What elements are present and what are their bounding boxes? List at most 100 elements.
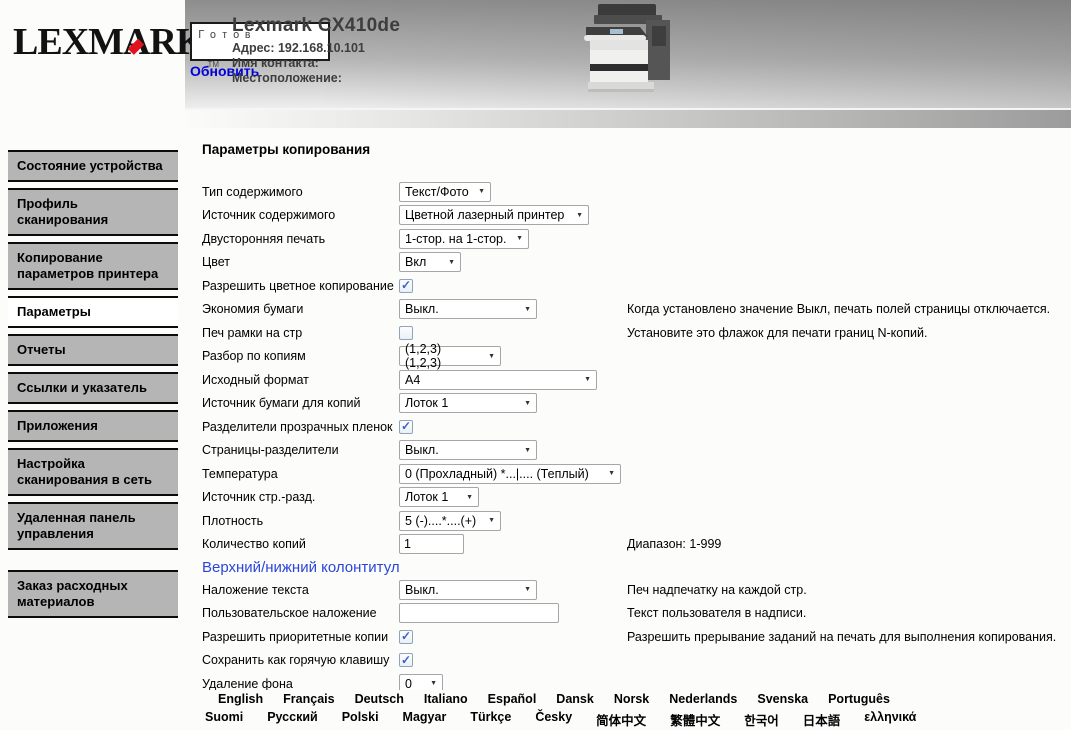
- language-link[interactable]: 繁體中文: [670, 710, 720, 729]
- color-temperature-select[interactable]: 0 (Прохладный) *...|.... (Теплый) ▼: [399, 463, 621, 484]
- transparency-separators-checkbox[interactable]: ✓: [399, 419, 413, 434]
- header-divider-band: [185, 108, 1071, 128]
- field-label: Пользовательское наложение: [202, 606, 377, 621]
- chevron-down-icon: ▼: [448, 258, 455, 266]
- form-row: Страницы-разделители Выкл. ▼: [202, 439, 1068, 463]
- chevron-down-icon: ▼: [608, 470, 615, 478]
- separator-source-select[interactable]: Лоток 1 ▼: [399, 487, 479, 508]
- paper-saver-select[interactable]: Выкл. ▼: [399, 299, 537, 320]
- form-row: Количество копий Диапазон: 1-999: [202, 533, 1068, 557]
- number-of-copies-input[interactable]: [399, 534, 464, 555]
- language-link[interactable]: Magyar: [403, 710, 447, 729]
- lexmark-logo: LEXMARKTM: [13, 20, 219, 69]
- form-row: Разрешить приоритетные копии ✓ Разрешить…: [202, 629, 1057, 644]
- sidebar-item-applications[interactable]: Приложения: [8, 410, 178, 442]
- language-link[interactable]: Deutsch: [355, 692, 404, 706]
- field-label: Разрешить приоритетные копии: [202, 629, 389, 644]
- chevron-down-icon: ▼: [488, 352, 495, 360]
- language-link[interactable]: Česky: [535, 710, 572, 729]
- sidebar-item-remote-operator-panel[interactable]: Удаленная панель управления: [8, 502, 178, 550]
- color-select[interactable]: Вкл ▼: [399, 252, 461, 273]
- form-row: Температура 0 (Прохладный) *...|.... (Те…: [202, 462, 1068, 486]
- printer-model: Lexmark CX410de: [232, 15, 401, 36]
- sidebar-item-links-index[interactable]: Ссылки и указатель: [8, 372, 178, 404]
- field-label: Страницы-разделители: [202, 443, 339, 458]
- form-row: Пользовательское наложение Текст пользов…: [202, 602, 1068, 626]
- logo-diamond-icon: A: [123, 21, 150, 63]
- field-label: Сохранить как горячую клавишу: [202, 653, 390, 668]
- field-label: Цвет: [202, 255, 231, 270]
- language-link[interactable]: Español: [488, 692, 537, 706]
- print-page-borders-checkbox[interactable]: [399, 325, 413, 340]
- darkness-select[interactable]: 5 (-)....*....(+) ▼: [399, 510, 501, 531]
- field-label: Экономия бумаги: [202, 302, 304, 317]
- printer-info-block: Lexmark CX410de Адрес: 192.168.10.101 Им…: [232, 15, 400, 86]
- field-label: Температура: [202, 466, 278, 481]
- sidebar-item-settings[interactable]: Параметры: [8, 296, 178, 328]
- form-row: Разрешить цветное копирование ✓: [202, 274, 1068, 298]
- language-link[interactable]: 简体中文: [596, 710, 646, 729]
- language-row-1: English Français Deutsch Italiano Españo…: [0, 692, 1071, 706]
- language-link[interactable]: Nederlands: [669, 692, 737, 706]
- field-label: Печ рамки на стр: [202, 325, 303, 340]
- sidebar-nav: Состояние устройства Профиль сканировани…: [8, 150, 178, 624]
- language-link[interactable]: Italiano: [424, 692, 468, 706]
- language-link[interactable]: Norsk: [614, 692, 649, 706]
- chevron-down-icon: ▼: [524, 446, 531, 454]
- field-label: Удаление фона: [202, 676, 293, 691]
- header-footer-section-link[interactable]: Верхний/нижний колонтитул: [202, 556, 1068, 578]
- sidebar-item-scan-to-network-setup[interactable]: Настройка сканирования в сеть: [8, 448, 178, 496]
- form-row: Цвет Вкл ▼: [202, 251, 1068, 275]
- overlay-select[interactable]: Выкл. ▼: [399, 579, 537, 600]
- language-link[interactable]: Türkçe: [470, 710, 511, 729]
- original-size-select[interactable]: A4 ▼: [399, 369, 597, 390]
- chevron-down-icon: ▼: [478, 188, 485, 196]
- language-link[interactable]: Suomi: [205, 710, 243, 729]
- chevron-down-icon: ▼: [584, 376, 591, 384]
- sidebar-item-device-status[interactable]: Состояние устройства: [8, 150, 178, 182]
- sidebar-item-scan-profile[interactable]: Профиль сканирования: [8, 188, 178, 236]
- allow-priority-copies-checkbox[interactable]: ✓: [399, 629, 413, 644]
- copy-settings-form: Параметры копирования Тип содержимого Те…: [202, 141, 1068, 696]
- language-link[interactable]: Polski: [342, 710, 379, 729]
- content-type-select[interactable]: Текст/Фото ▼: [399, 181, 491, 202]
- separator-sheets-select[interactable]: Выкл. ▼: [399, 440, 537, 461]
- field-label: Источник содержимого: [202, 208, 336, 223]
- copy-paper-source-select[interactable]: Лоток 1 ▼: [399, 393, 537, 414]
- field-label: Наложение текста: [202, 582, 309, 597]
- custom-overlay-input[interactable]: [399, 603, 559, 624]
- chevron-down-icon: ▼: [524, 586, 531, 594]
- field-label: Двусторонняя печать: [202, 231, 326, 246]
- collation-select[interactable]: (1,2,3) (1,2,3) ▼: [399, 342, 501, 370]
- content-source-select[interactable]: Цветной лазерный принтер ▼: [399, 205, 589, 226]
- sidebar-item-copy-printer-settings[interactable]: Копирование параметров принтера: [8, 242, 178, 290]
- form-row: Источник содержимого Цветной лазерный пр…: [202, 204, 1068, 228]
- language-link[interactable]: ελληνικά: [864, 710, 916, 729]
- language-link[interactable]: Svenska: [757, 692, 808, 706]
- language-footer: English Français Deutsch Italiano Españo…: [0, 690, 1071, 730]
- language-link[interactable]: Português: [828, 692, 890, 706]
- form-row: Печ рамки на стр Установите это флажок д…: [202, 325, 928, 340]
- field-label: Плотность: [202, 513, 264, 528]
- chevron-down-icon: ▼: [524, 305, 531, 313]
- sidebar-item-reports[interactable]: Отчеты: [8, 334, 178, 366]
- duplex-sides-select[interactable]: 1-стор. на 1-стор. ▼: [399, 228, 529, 249]
- form-row: Источник стр.-разд. Лоток 1 ▼: [202, 486, 1068, 510]
- language-link[interactable]: Dansk: [556, 692, 594, 706]
- language-link[interactable]: Français: [283, 692, 334, 706]
- language-link[interactable]: 한국어: [744, 710, 779, 729]
- language-link[interactable]: 日本語: [803, 710, 841, 729]
- language-link[interactable]: English: [218, 692, 263, 706]
- form-row: Тип содержимого Текст/Фото ▼: [202, 180, 1068, 204]
- language-link[interactable]: Русский: [267, 710, 318, 729]
- field-label: Разрешить цветное копирование: [202, 278, 394, 293]
- printer-image: [584, 4, 670, 92]
- form-row: Экономия бумаги Выкл. ▼ Когда установлено…: [202, 298, 1068, 322]
- chevron-down-icon: ▼: [430, 680, 437, 688]
- allow-color-copies-checkbox[interactable]: ✓: [399, 278, 413, 293]
- chevron-down-icon: ▼: [524, 399, 531, 407]
- form-row: Сохранить как горячую клавишу ✓: [202, 649, 1068, 673]
- form-row: Наложение текста Выкл. ▼ Печ надпечатку н…: [202, 578, 1068, 602]
- sidebar-item-order-supplies[interactable]: Заказ расходных материалов: [8, 570, 178, 618]
- save-as-shortcut-checkbox[interactable]: ✓: [399, 653, 413, 668]
